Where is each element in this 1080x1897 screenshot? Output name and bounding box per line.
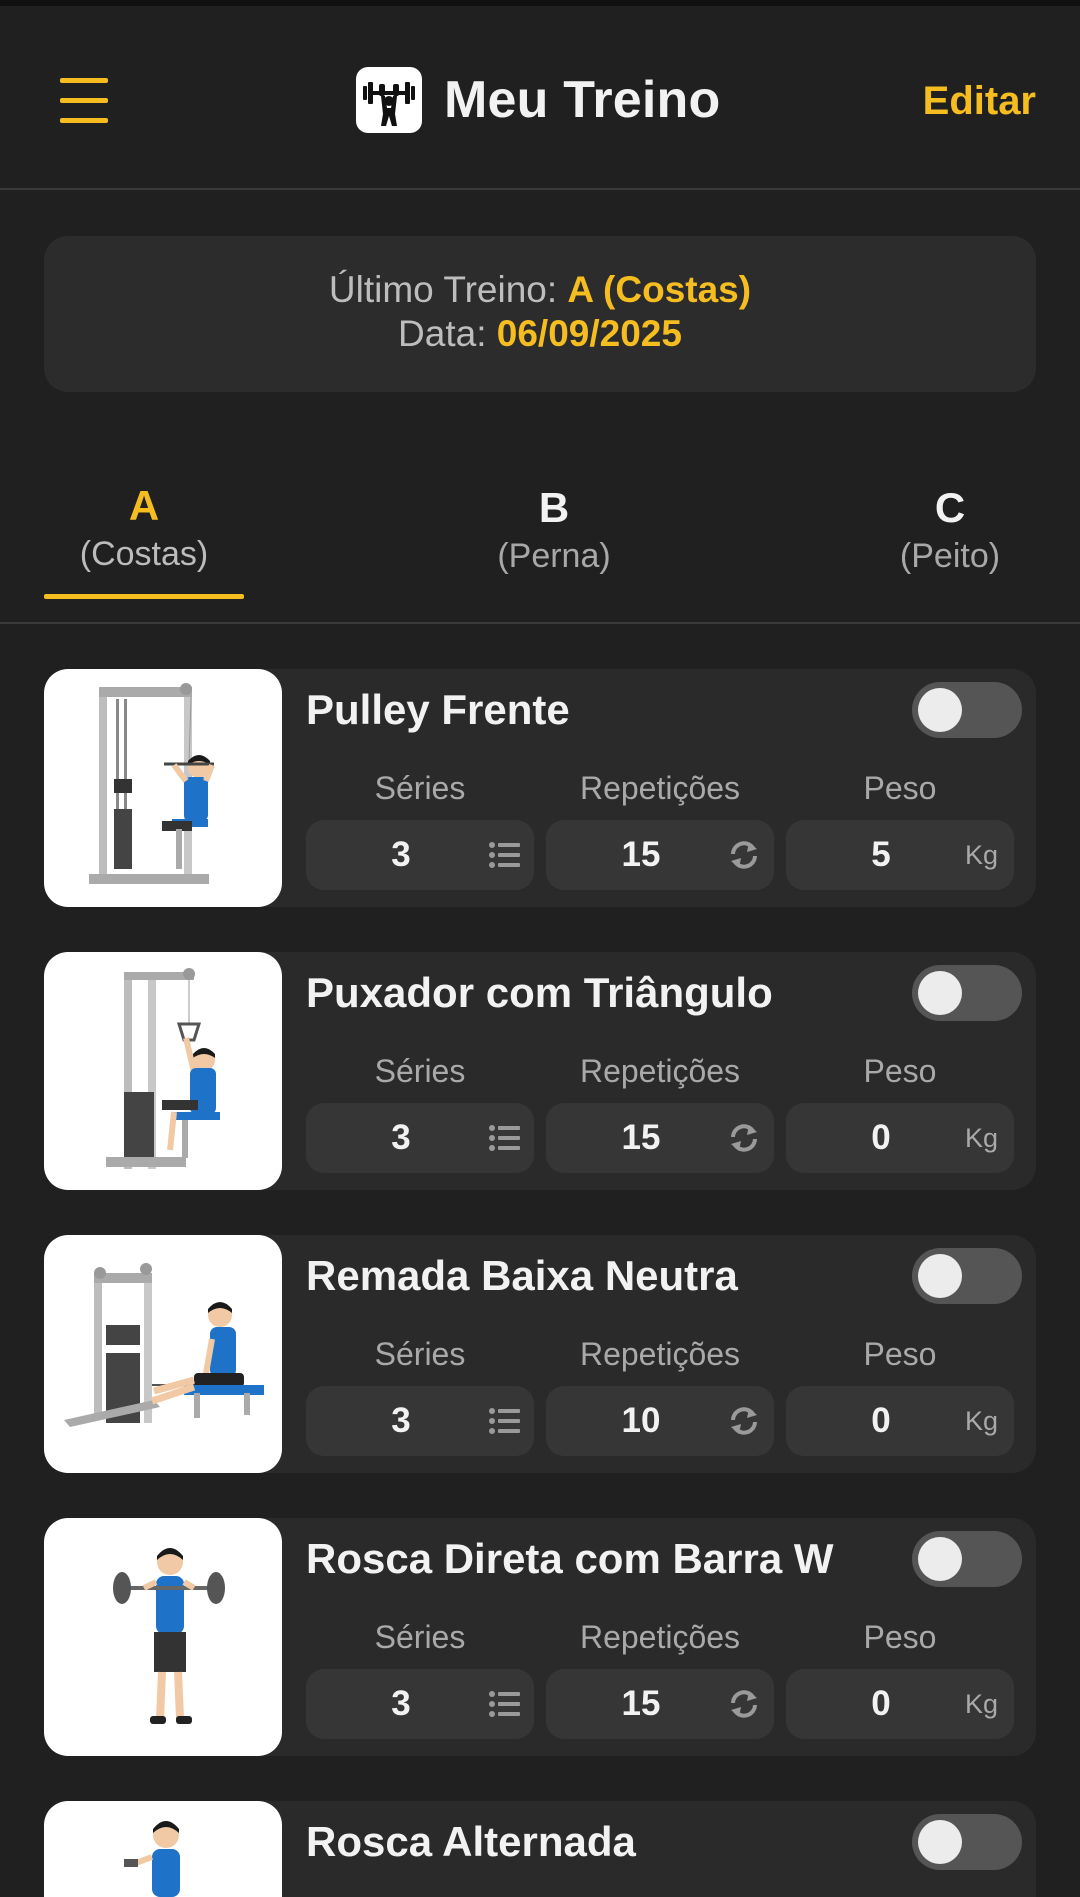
exercise-image[interactable] [44, 1801, 282, 1897]
exercise-name: Pulley Frente [306, 686, 570, 733]
toggle-knob [918, 688, 962, 732]
tab-label: (Costas) [79, 535, 209, 573]
series-field[interactable]: 3 [306, 1669, 534, 1739]
toggle-knob [918, 1820, 962, 1864]
reps-value: 15 [621, 835, 661, 874]
weight-value: 0 [871, 1684, 891, 1723]
series-value: 3 [391, 835, 411, 874]
list-icon [489, 1408, 520, 1434]
reps-field[interactable]: 15 [546, 820, 774, 890]
reps-field[interactable]: 15 [546, 1103, 774, 1173]
repeat-icon [731, 1407, 757, 1435]
tab-b[interactable]: B (Perna) [454, 482, 654, 578]
weight-field[interactable]: 5 Kg [786, 820, 1014, 890]
weight-unit: Kg [964, 840, 998, 870]
toggle-knob [918, 1254, 962, 1298]
toggle-knob [918, 971, 962, 1015]
weight-field[interactable]: 0 Kg [786, 1386, 1014, 1456]
tab-letter: A [128, 482, 160, 529]
exercise-done-toggle[interactable] [912, 1814, 1022, 1870]
exercise-done-toggle[interactable] [912, 965, 1022, 1021]
last-workout-date-label: Data: [398, 313, 487, 354]
series-value: 3 [391, 1684, 411, 1723]
active-tab-indicator [44, 594, 244, 599]
weight-field[interactable]: 0 Kg [786, 1103, 1014, 1173]
reps-value: 15 [621, 1118, 661, 1157]
last-workout-date-line: Data: 06/09/2025 [44, 312, 1036, 356]
reps-label: Repetições [579, 770, 741, 806]
tab-label: (Perna) [497, 537, 611, 575]
weight-value: 0 [871, 1118, 891, 1157]
exercise-card: Remada Baixa Neutra Séries Repetições Pe… [44, 1235, 1036, 1473]
weight-label: Peso [863, 1619, 937, 1655]
weight-field[interactable]: 0 Kg [786, 1669, 1014, 1739]
reps-field[interactable]: 15 [546, 1669, 774, 1739]
reps-field[interactable]: 10 [546, 1386, 774, 1456]
repeat-icon [731, 1124, 757, 1152]
weightlifter-icon [356, 67, 422, 133]
tab-label: (Peito) [899, 537, 1001, 575]
last-workout-label: Último Treino: [328, 269, 558, 310]
list-icon [489, 1691, 520, 1717]
exercise-image[interactable] [44, 1518, 282, 1756]
exercise-name: Rosca Direta com Barra W [306, 1535, 834, 1582]
exercise-card: Rosca Alternada [44, 1801, 1036, 1897]
reps-label: Repetições [579, 1336, 741, 1372]
weight-unit: Kg [964, 1689, 998, 1719]
exercise-done-toggle[interactable] [912, 682, 1022, 738]
tab-c[interactable]: C (Peito) [850, 482, 1050, 578]
weight-label: Peso [863, 1336, 937, 1372]
exercise-done-toggle[interactable] [912, 1531, 1022, 1587]
series-field[interactable]: 3 [306, 820, 534, 890]
repeat-icon [731, 841, 757, 869]
exercise-card: Puxador com Triângulo Séries Repetições … [44, 952, 1036, 1190]
weight-label: Peso [863, 1053, 937, 1089]
weight-unit: Kg [964, 1123, 998, 1153]
exercise-name: Remada Baixa Neutra [306, 1252, 738, 1299]
exercise-image[interactable] [44, 952, 282, 1190]
exercise-name: Rosca Alternada [306, 1818, 636, 1865]
weight-value: 0 [871, 1401, 891, 1440]
series-label: Séries [374, 1053, 466, 1089]
last-workout-card: Último Treino: A (Costas) Data: 06/09/20… [44, 236, 1036, 392]
repeat-icon [731, 1690, 757, 1718]
series-field[interactable]: 3 [306, 1103, 534, 1173]
last-workout-line: Último Treino: A (Costas) [44, 268, 1036, 312]
page-title: Meu Treino [444, 71, 721, 129]
series-label: Séries [374, 770, 466, 806]
exercise-image[interactable] [44, 1235, 282, 1473]
weight-unit: Kg [964, 1406, 998, 1436]
tab-letter: B [538, 484, 570, 531]
list-icon [489, 1125, 520, 1151]
exercise-done-toggle[interactable] [912, 1248, 1022, 1304]
exercise-image[interactable] [44, 669, 282, 907]
app-brand: Meu Treino [356, 65, 720, 135]
exercise-card: Pulley Frente Séries Repetições Peso 3 1… [44, 669, 1036, 907]
reps-label: Repetições [579, 1619, 741, 1655]
list-icon [489, 842, 520, 868]
app-header: Meu Treino Editar [0, 6, 1080, 190]
reps-value: 15 [621, 1684, 661, 1723]
series-label: Séries [374, 1619, 466, 1655]
workout-tabs: A (Costas) B (Perna) C (Peito) [0, 470, 1080, 624]
series-value: 3 [391, 1401, 411, 1440]
exercise-name: Puxador com Triângulo [306, 969, 773, 1016]
exercise-card: Rosca Direta com Barra W Séries Repetiçõ… [44, 1518, 1036, 1756]
series-field[interactable]: 3 [306, 1386, 534, 1456]
hamburger-menu-icon[interactable] [58, 74, 112, 128]
series-label: Séries [374, 1336, 466, 1372]
last-workout-date: 06/09/2025 [496, 313, 682, 354]
weight-label: Peso [863, 770, 937, 806]
toggle-knob [918, 1537, 962, 1581]
series-value: 3 [391, 1118, 411, 1157]
reps-label: Repetições [579, 1053, 741, 1089]
edit-button[interactable]: Editar [923, 74, 1036, 128]
reps-value: 10 [621, 1401, 661, 1440]
tab-a[interactable]: A (Costas) [44, 480, 244, 576]
tab-letter: C [934, 484, 966, 531]
weight-value: 5 [871, 835, 891, 874]
last-workout-value: A (Costas) [567, 269, 752, 310]
